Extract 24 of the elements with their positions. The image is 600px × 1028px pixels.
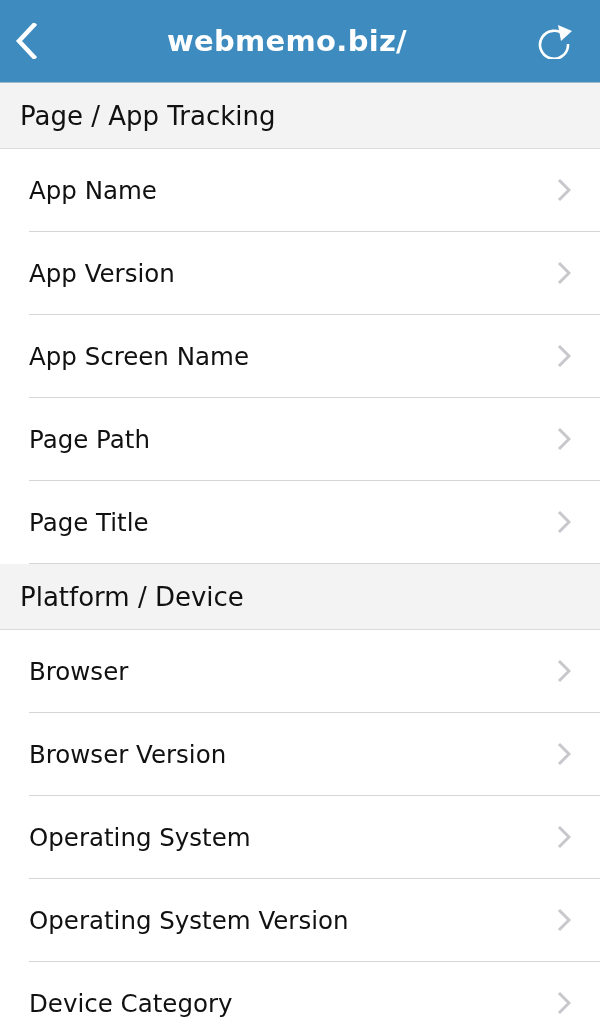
reload-icon[interactable] xyxy=(537,23,573,59)
chevron-right-icon xyxy=(557,344,571,368)
chevron-right-icon xyxy=(557,742,571,766)
list-item[interactable]: Browser Version xyxy=(29,713,600,796)
list-item[interactable]: Operating System Version xyxy=(29,879,600,962)
list-item[interactable]: App Name xyxy=(29,149,600,232)
page-title: webmemo.biz/ xyxy=(166,24,407,58)
chevron-right-icon xyxy=(557,991,571,1015)
chevron-right-icon xyxy=(557,659,571,683)
chevron-right-icon xyxy=(557,427,571,451)
list-item[interactable]: App Screen Name xyxy=(29,315,600,398)
chevron-right-icon xyxy=(557,261,571,285)
list-item[interactable]: Browser xyxy=(29,630,600,713)
chevron-right-icon xyxy=(557,908,571,932)
list-item[interactable]: App Version xyxy=(29,232,600,315)
back-icon[interactable] xyxy=(15,23,37,59)
chevron-right-icon xyxy=(557,178,571,202)
list-item[interactable]: Device Category xyxy=(29,962,600,1028)
section-header: Platform / Device xyxy=(0,564,600,630)
chevron-right-icon xyxy=(557,825,571,849)
section-header: Page / App Tracking xyxy=(0,83,600,149)
list-item[interactable]: Page Path xyxy=(29,398,600,481)
list-item[interactable]: Operating System xyxy=(29,796,600,879)
chevron-right-icon xyxy=(557,510,571,534)
